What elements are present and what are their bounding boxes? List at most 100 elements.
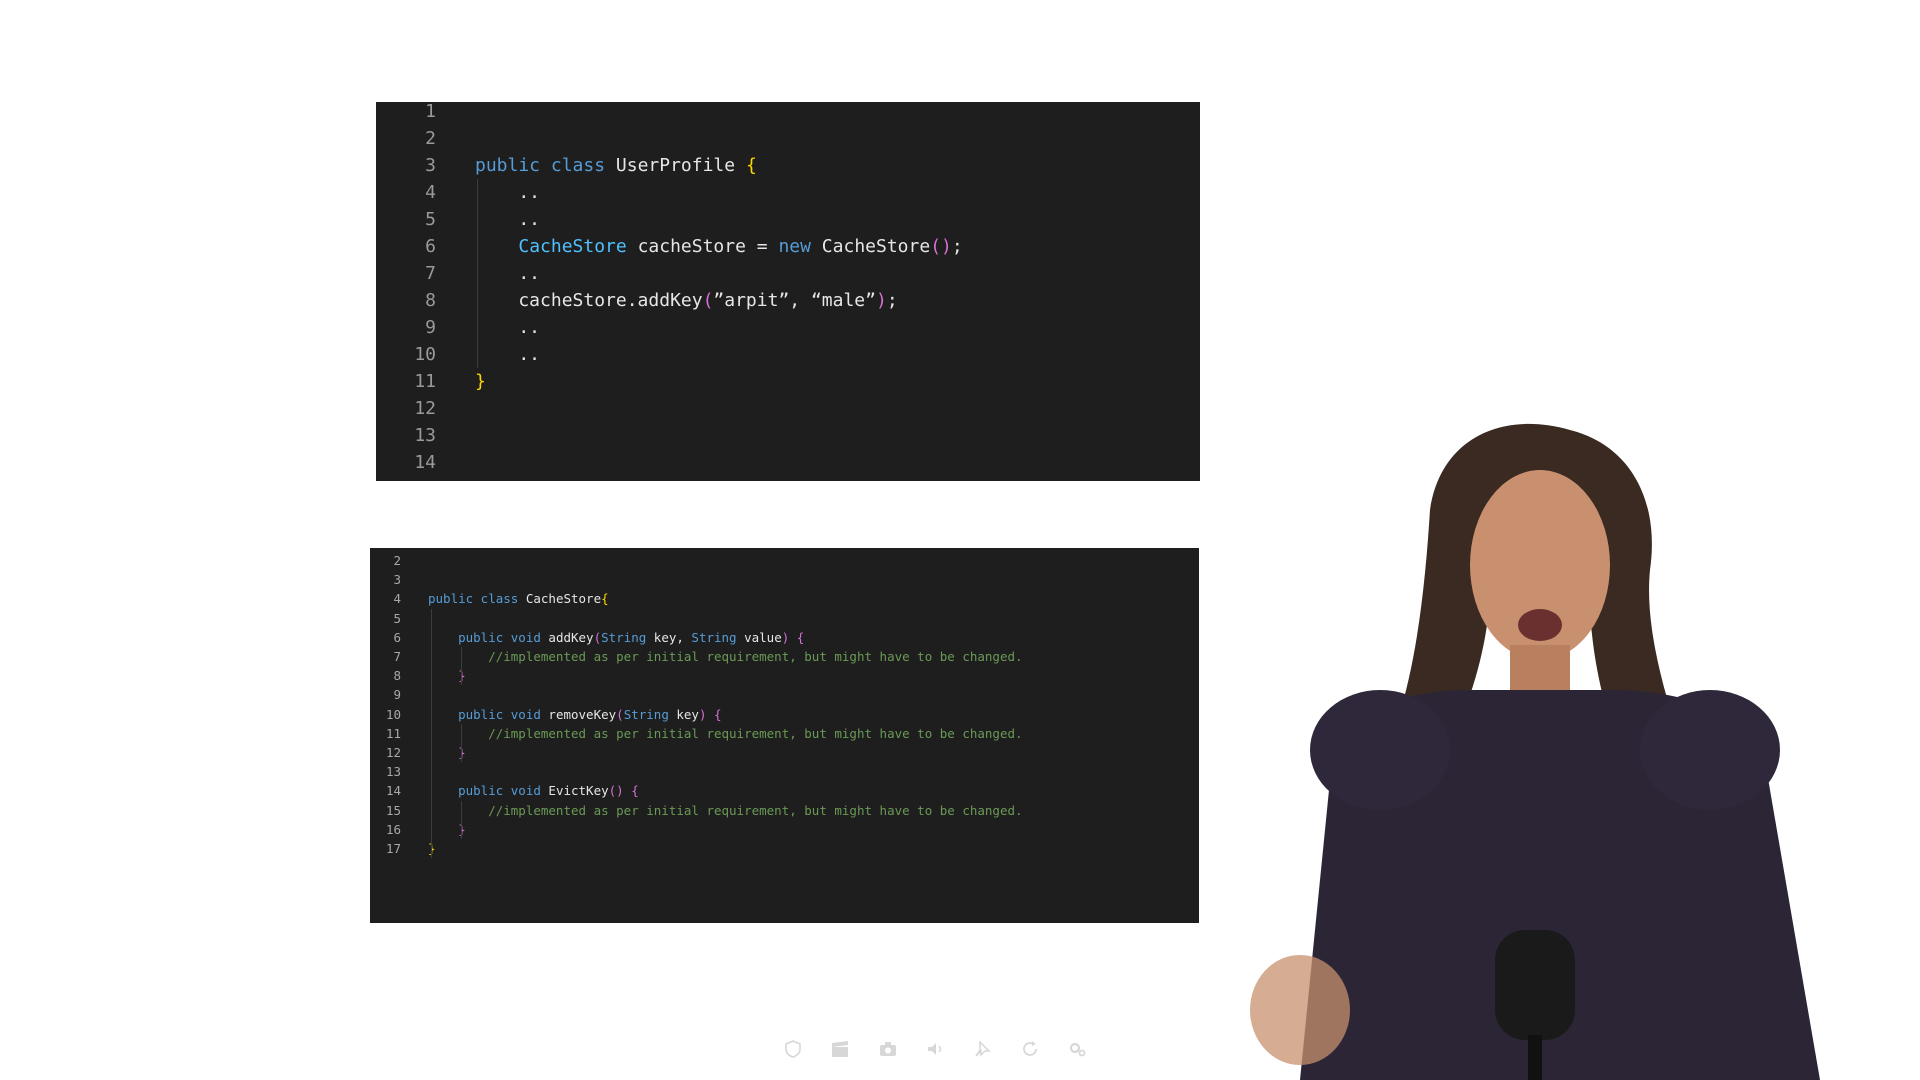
code-token: public void [428, 706, 549, 722]
code-line: 10 .. [376, 341, 1200, 368]
line-number: 11 [385, 725, 401, 741]
line-number: 4 [393, 591, 401, 607]
code-token: CacheStore [518, 236, 627, 257]
code-line: 6 public void addKey(String key, String … [370, 628, 1199, 647]
line-number: 13 [414, 425, 436, 446]
shield-button[interactable] [780, 1036, 806, 1062]
code-line: 5 .. [376, 206, 1200, 233]
code-line: 2 [376, 125, 1200, 152]
code-text: //implemented as per initial requirement… [428, 724, 1023, 743]
pin-button[interactable] [969, 1036, 995, 1062]
code-line: 1 [376, 102, 1200, 125]
code-text: } [428, 820, 466, 839]
code-line: 7 //implemented as per initial requireme… [370, 647, 1199, 666]
line-number: 3 [393, 572, 401, 588]
reload-button[interactable] [1017, 1036, 1043, 1062]
code-token: ( [702, 290, 714, 311]
code-token: cacheStore = [626, 236, 779, 257]
code-text: .. [475, 260, 540, 287]
code-line: 2 [370, 551, 1199, 570]
line-number: 17 [385, 841, 401, 856]
code-token: ; [951, 236, 963, 257]
code-line: 11} [376, 368, 1200, 395]
line-number: 4 [425, 182, 436, 203]
line-number: 16 [385, 821, 401, 837]
code-token: ( [593, 629, 602, 645]
code-text: } [428, 666, 466, 685]
clapperboard-icon [832, 1041, 849, 1057]
code-token: public class [428, 591, 526, 607]
code-text: .. [475, 341, 540, 368]
code-token: public void [428, 783, 549, 799]
clapperboard-button[interactable] [827, 1036, 853, 1062]
code-token: ( [616, 706, 624, 722]
camera-button[interactable] [875, 1036, 901, 1062]
code-line: 11 //implemented as per initial requirem… [370, 724, 1199, 743]
code-token: .. [475, 182, 541, 203]
code-token: ) { [781, 629, 805, 645]
code-line: 13 [376, 422, 1200, 449]
indent-guide [461, 723, 462, 763]
code-token: String [691, 629, 737, 645]
code-line: 16 } [370, 820, 1199, 839]
code-line: 4 public class CacheStore{ [370, 589, 1199, 608]
code-token: .. [475, 209, 541, 230]
line-number: 14 [414, 452, 436, 473]
code-text: .. [475, 179, 540, 206]
code-token: CacheStore [810, 236, 931, 257]
settings-button[interactable] [1064, 1036, 1090, 1062]
pin-icon [975, 1040, 992, 1057]
presenter-face [1470, 470, 1610, 660]
line-number: 3 [425, 155, 436, 176]
gear-icon [1069, 1042, 1086, 1057]
code-token: } [428, 668, 466, 684]
code-line: 9 [370, 685, 1199, 704]
code-line: 4 .. [376, 179, 1200, 206]
code-line: 9 .. [376, 314, 1200, 341]
code-token: key [668, 706, 699, 722]
line-number: 13 [385, 764, 401, 780]
code-token: { [745, 155, 757, 176]
code-token: addKey [548, 629, 594, 645]
indent-guide [461, 647, 462, 686]
camera-icon [879, 1042, 896, 1056]
code-token: } [428, 745, 466, 760]
code-token: EvictKey [548, 783, 609, 799]
code-line: 12 [376, 395, 1200, 422]
code-token: public void [428, 629, 549, 645]
code-token: .. [475, 263, 541, 284]
line-number: 15 [385, 802, 401, 818]
code-token: .. [475, 344, 541, 365]
code-token: } [428, 821, 466, 837]
line-number: 7 [425, 263, 436, 284]
code-line: 8 cacheStore.addKey(”arpit”, “male”); [376, 287, 1200, 314]
line-number: 8 [425, 290, 436, 311]
code-token: //implemented as per initial requirement… [428, 725, 1023, 741]
code-token: new [778, 236, 811, 257]
line-number: 12 [414, 398, 436, 419]
presenter-figure [1250, 423, 1820, 1080]
code-panel-userprofile: 1 2 3 public class UserProfile {4 .. 5 .. 6 C… [376, 102, 1200, 481]
player-toolbar [780, 1034, 1090, 1064]
shield-icon [785, 1040, 801, 1058]
code-token: CacheStore [525, 591, 602, 607]
code-line: 8 } [370, 666, 1199, 685]
code-text: .. [475, 206, 540, 233]
line-number: 12 [385, 745, 401, 760]
code-line: 13 [370, 762, 1199, 781]
code-text: public class UserProfile { [475, 152, 757, 179]
code-text: } [428, 743, 466, 762]
code-token: value [736, 629, 782, 645]
code-text: cacheStore.addKey(”arpit”, “male”); [475, 287, 897, 314]
line-number: 2 [425, 128, 436, 149]
volume-icon [927, 1043, 942, 1055]
code-token: //implemented as per initial requirement… [428, 802, 1023, 818]
code-token: .. [475, 317, 541, 338]
code-text: public void removeKey(String key) { [428, 705, 721, 724]
code-token: //implemented as per initial requirement… [428, 649, 1023, 664]
code-text: public void addKey(String key, String va… [428, 628, 804, 647]
volume-button[interactable] [922, 1036, 948, 1062]
code-line: 5 [370, 609, 1199, 628]
line-number: 2 [393, 553, 401, 568]
code-token: String [623, 706, 669, 722]
